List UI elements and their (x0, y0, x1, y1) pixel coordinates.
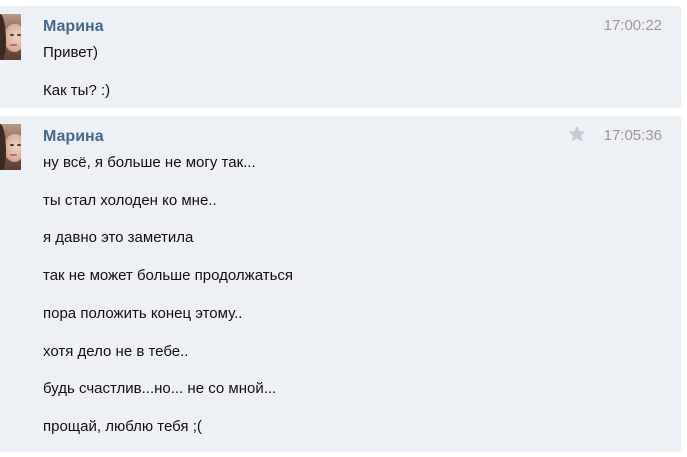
message-line: прощай, люблю тебя ;( (43, 418, 202, 435)
sender-name[interactable]: Марина (43, 127, 104, 147)
message-line: ну всё, я больше не могу так... (43, 154, 256, 171)
sender-name[interactable]: Марина (43, 17, 104, 37)
message-line: Привет) (43, 44, 99, 61)
message-line: пора положить конец этому.. (43, 305, 243, 322)
message-time[interactable]: 17:05:36 (604, 126, 662, 146)
message-line: так не может больше продолжаться (43, 267, 294, 284)
message-time[interactable]: 17:00:22 (604, 16, 662, 36)
star-icon[interactable] (567, 124, 587, 144)
message-line: будь счастлив...но... не со мной... (43, 380, 277, 397)
message-block: Марина 17:05:36 ну всё, я больше не могу… (0, 116, 681, 452)
message-line: Как ты? :) (43, 82, 111, 99)
sender-avatar[interactable] (0, 124, 21, 170)
message-line: я давно это заметила (43, 229, 194, 246)
message-line: хотя дело не в тебе.. (43, 343, 189, 360)
sender-avatar[interactable] (0, 14, 21, 60)
message-line: ты стал холоден ко мне.. (43, 192, 217, 209)
message-block: Марина 17:00:22 Привет) Как ты? :) (0, 6, 681, 108)
